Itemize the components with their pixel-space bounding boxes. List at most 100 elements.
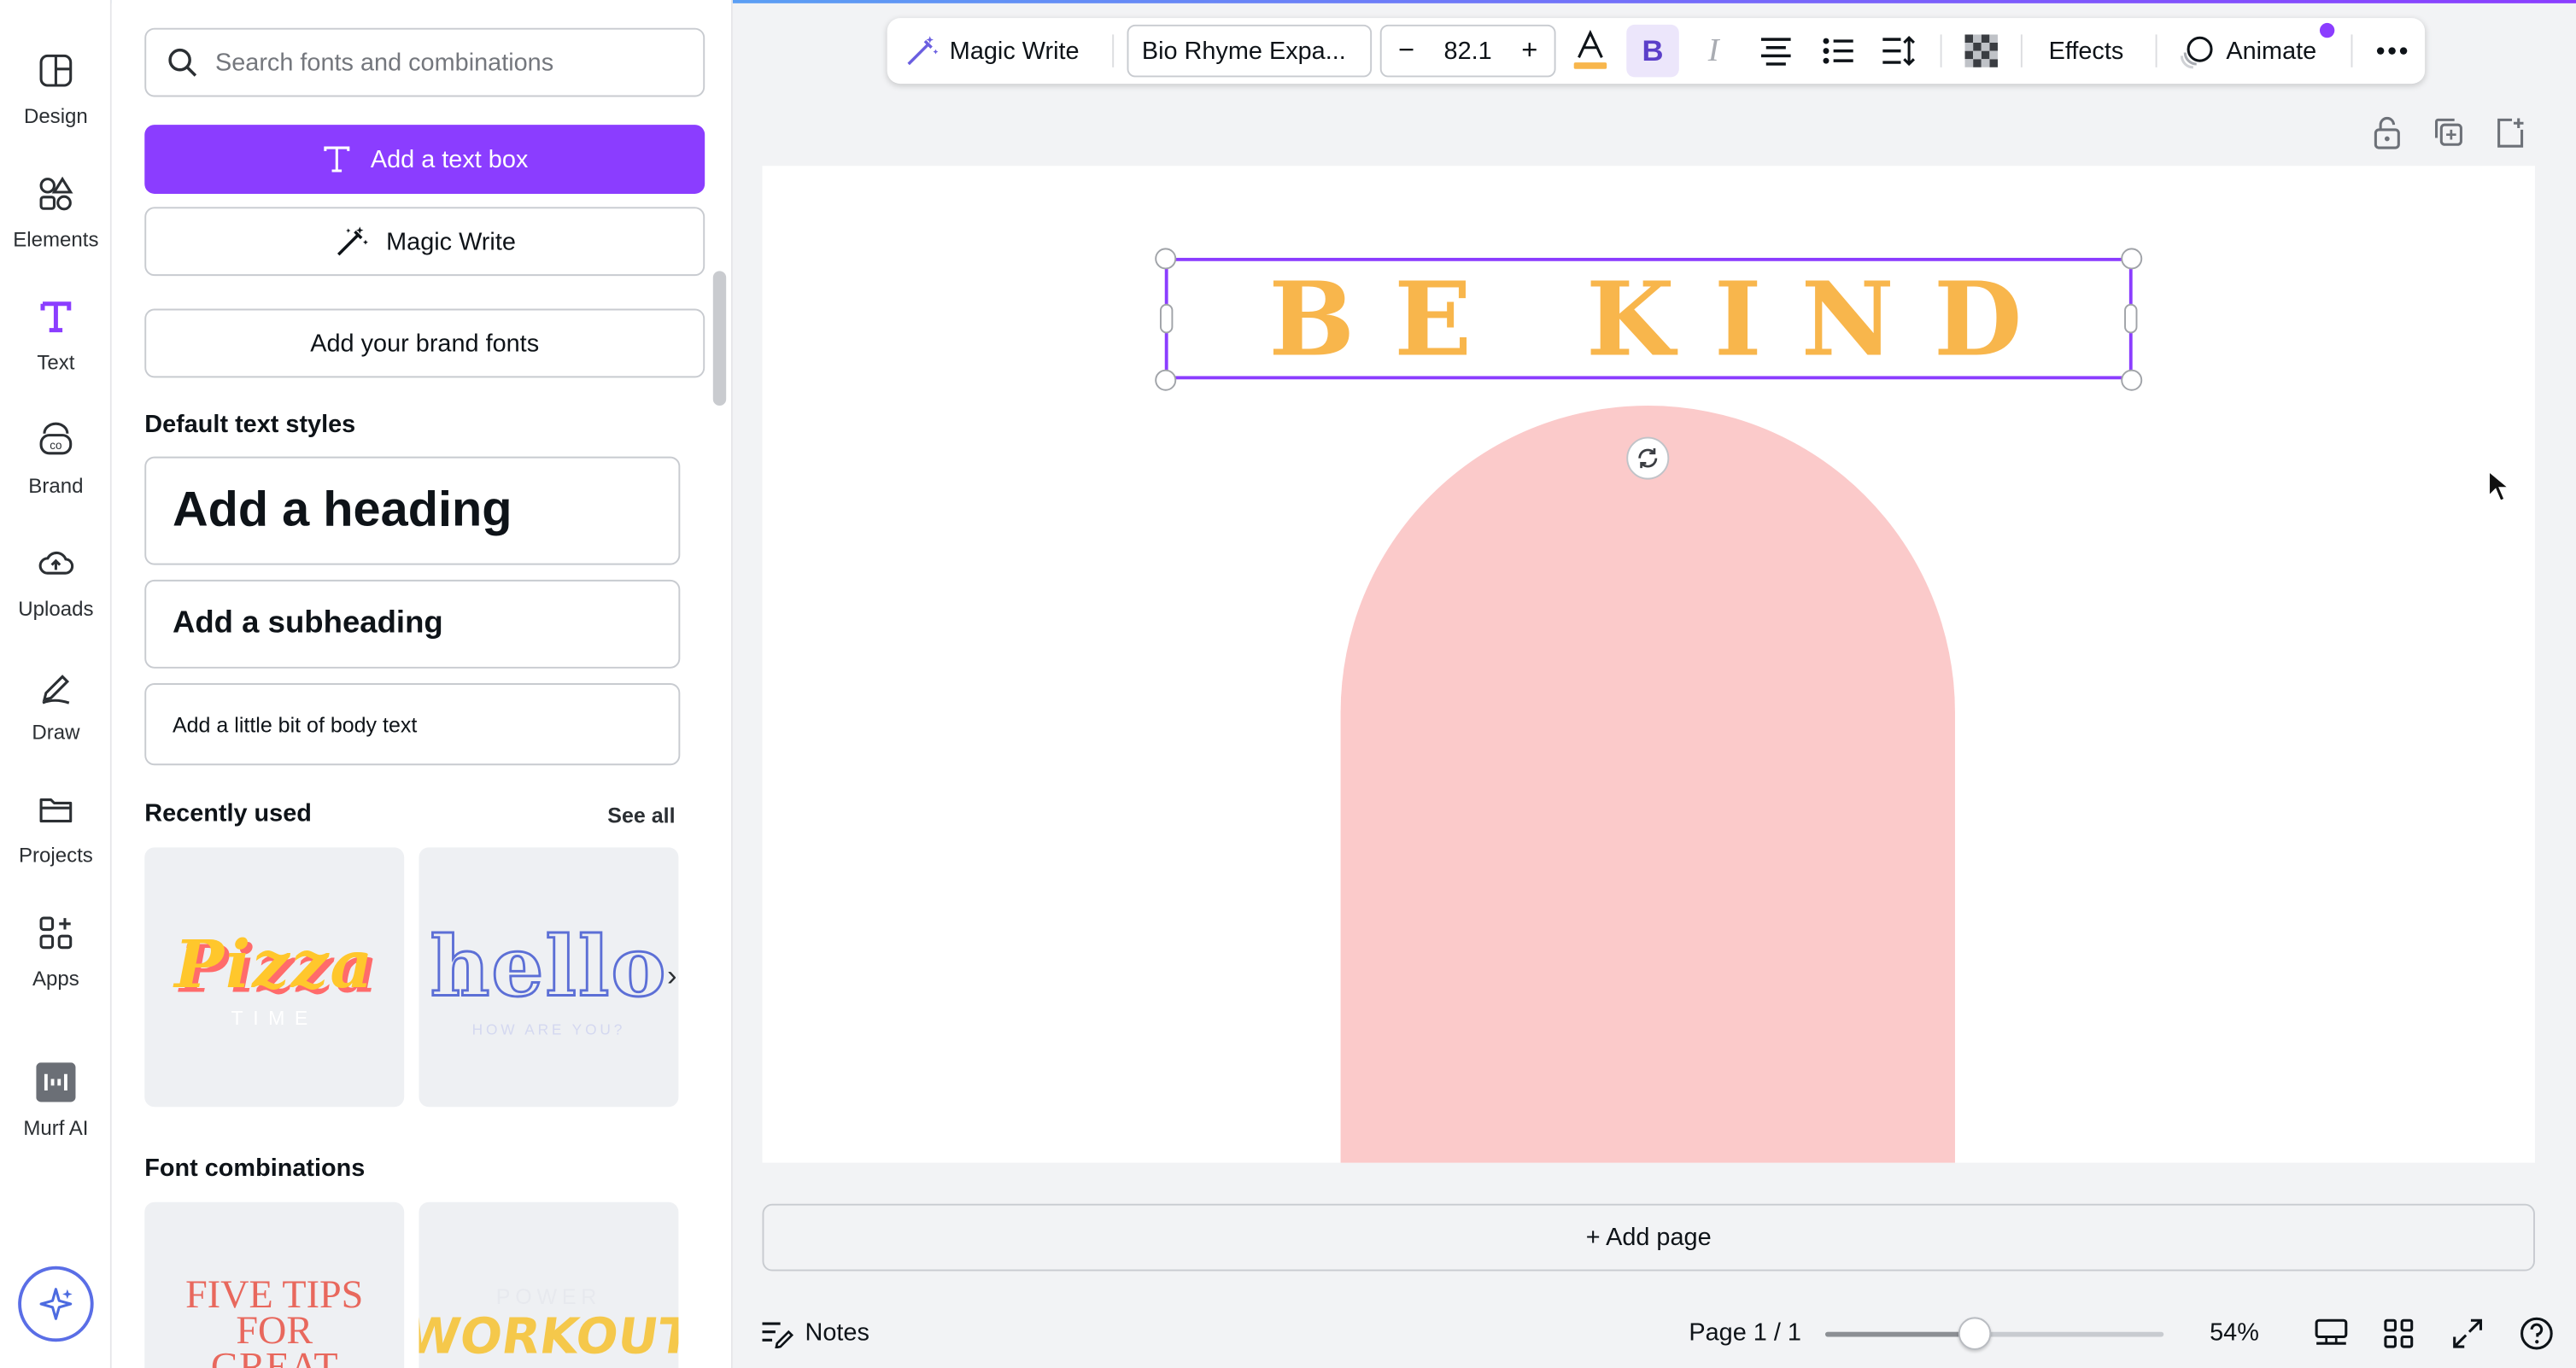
zoom-level[interactable]: 54% [2210, 1297, 2259, 1368]
rotate-handle[interactable] [1626, 436, 1670, 480]
add-subheading-button[interactable]: Add a subheading [144, 579, 681, 669]
font-size-input[interactable] [1431, 37, 1505, 65]
rail-item-text[interactable]: Text [0, 279, 112, 395]
effects-label: Effects [2048, 37, 2124, 65]
search-input[interactable] [214, 48, 692, 77]
grid-view-button[interactable] [2382, 1297, 2415, 1368]
rail-item-uploads[interactable]: Uploads [0, 525, 112, 640]
italic-button[interactable]: I [1695, 18, 1731, 84]
chevron-right-icon[interactable]: › [654, 957, 690, 993]
recent-font-pizza-time[interactable]: Pizza TIME [144, 847, 405, 1108]
bold-button[interactable]: B [1626, 24, 1679, 78]
font-family-dropdown[interactable]: Bio Rhyme Expa... [1127, 24, 1373, 78]
headline-text[interactable]: BE KIND [1165, 258, 2133, 379]
duplicate-page-button[interactable] [2432, 115, 2464, 155]
toolbar-divider [2020, 34, 2023, 67]
elements-icon [32, 169, 81, 219]
pink-arch-shape[interactable] [1340, 406, 1955, 1163]
text-icon [31, 292, 81, 342]
add-heading-label: Add a heading [172, 482, 512, 537]
design-icon [32, 46, 81, 96]
design-canvas[interactable]: BE KIND [762, 166, 2535, 1163]
rail-item-design[interactable]: Design [0, 32, 112, 148]
text-color-icon [1573, 29, 1607, 69]
panel-scrollbar[interactable] [712, 271, 727, 406]
animate-label: Animate [2226, 37, 2317, 65]
add-body-text-button[interactable]: Add a little bit of body text [144, 683, 681, 766]
recent-font-sub-text: HOW ARE YOU? [471, 1020, 626, 1038]
text-color-button[interactable] [1571, 18, 1610, 84]
align-center-icon [1760, 38, 1791, 66]
add-text-box-label: Add a text box [370, 145, 529, 173]
notes-icon [762, 1321, 794, 1348]
toolbar-divider [2351, 34, 2353, 67]
murf-ai-icon [32, 1058, 81, 1108]
rail-item-elements[interactable]: Elements [0, 156, 112, 272]
align-center-button[interactable] [1756, 18, 1795, 84]
apps-grid-icon [32, 909, 81, 958]
mouse-cursor-icon [2488, 470, 2511, 502]
notification-dot [2319, 22, 2335, 38]
toolbar-divider [1112, 34, 1115, 67]
lock-page-button[interactable] [2371, 115, 2403, 155]
toolbar-divider [1940, 34, 1942, 67]
rail-item-murf-ai[interactable]: Murf AI [0, 1044, 112, 1160]
bottom-bar: Notes Page 1 / 1 54% [732, 1297, 2576, 1368]
resize-handle-top-right[interactable] [2121, 248, 2143, 270]
more-options-button[interactable] [2374, 18, 2409, 84]
font-search-box[interactable] [144, 27, 705, 97]
resize-handle-bottom-right[interactable] [2121, 369, 2143, 391]
resize-handle-right[interactable] [2124, 303, 2138, 334]
add-page-button[interactable]: + Add page [762, 1203, 2535, 1272]
animate-icon [2180, 36, 2213, 69]
zoom-slider-knob[interactable] [1958, 1317, 1991, 1350]
notes-button[interactable]: Notes [761, 1297, 869, 1368]
see-all-link[interactable]: See all [607, 803, 675, 827]
add-brand-fonts-button[interactable]: Add your brand fonts [144, 308, 705, 378]
folder-icon [32, 785, 81, 834]
text-panel: Add a text box Magic Write Add your bran… [111, 0, 733, 1368]
spacing-button[interactable] [1879, 18, 1918, 84]
page-view-button[interactable] [2313, 1297, 2349, 1368]
font-combinations-title: Font combinations [144, 1155, 366, 1183]
transparency-icon [1964, 34, 1998, 67]
effects-button[interactable]: Effects [2049, 18, 2124, 84]
resize-handle-left[interactable] [1159, 303, 1174, 334]
magic-write-toolbar-button[interactable]: Magic Write [904, 18, 1080, 84]
fullscreen-icon [2453, 1318, 2483, 1348]
font-combo-five-tips[interactable]: FIVE TIPS FOR GREAT SKIN [144, 1201, 405, 1368]
magic-write-panel-button[interactable]: Magic Write [144, 207, 705, 277]
fullscreen-button[interactable] [2451, 1297, 2484, 1368]
lock-icon [2374, 117, 2400, 149]
page-view-icon [2315, 1318, 2348, 1344]
font-size-decrease-button[interactable]: − [1382, 34, 1431, 67]
help-icon [2520, 1316, 2553, 1349]
rail-item-brand[interactable]: co Brand [0, 402, 112, 517]
rail-item-projects[interactable]: Projects [0, 772, 112, 887]
font-combo-workout[interactable]: POWER WORKOUT [419, 1201, 679, 1368]
add-body-text-label: Add a little bit of body text [172, 711, 418, 737]
transparency-button[interactable] [1962, 18, 2001, 84]
add-heading-button[interactable]: Add a heading [144, 456, 681, 565]
help-button[interactable] [2519, 1297, 2555, 1368]
font-size-increase-button[interactable]: + [1505, 34, 1554, 67]
page-indicator[interactable]: Page 1 / 1 [1689, 1297, 1801, 1368]
resize-handle-top-left[interactable] [1155, 248, 1177, 270]
rail-item-apps[interactable]: Apps [0, 895, 112, 1010]
italic-icon: I [1707, 32, 1719, 68]
list-button[interactable] [1818, 18, 1858, 84]
add-text-box-button[interactable]: Add a text box [144, 125, 705, 194]
recent-font-main-text: hello [429, 916, 668, 1015]
svg-text:co: co [50, 439, 61, 452]
font-combo-sub-text: POWER [495, 1283, 602, 1309]
add-page-icon-button[interactable] [2494, 115, 2526, 155]
left-rail: Design Elements Text co Brand Uploads Dr… [0, 0, 112, 1368]
recent-font-hello[interactable]: hello HOW ARE YOU? [419, 847, 679, 1108]
rail-label: Brand [28, 474, 84, 498]
line-spacing-icon [1882, 36, 1915, 67]
rail-item-draw[interactable]: Draw [0, 649, 112, 764]
animate-button[interactable]: Animate [2180, 18, 2316, 84]
zoom-slider-track[interactable] [1825, 1331, 2164, 1337]
magic-assistant-button[interactable] [18, 1266, 94, 1342]
resize-handle-bottom-left[interactable] [1155, 369, 1177, 391]
